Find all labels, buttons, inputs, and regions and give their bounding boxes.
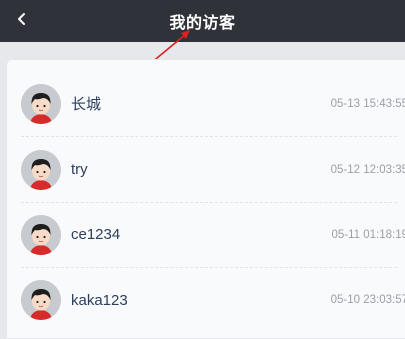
avatar: [21, 214, 61, 255]
top-nav-bar: 我的访客: [0, 0, 405, 42]
visit-time: 05-10 23:03:57: [330, 294, 405, 306]
visitor-name: 长城: [71, 96, 102, 113]
visitor-item[interactable]: 长城 05-13 15:43:55: [21, 71, 405, 137]
page-title: 我的访客: [169, 13, 236, 32]
avatar: [21, 149, 61, 190]
visitor-list: 长城 05-13 15:43:55 try 05-12 12:03:35 ce1…: [6, 59, 405, 339]
visitor-name: ce1234: [71, 226, 121, 243]
visit-time: 05-12 12:03:35: [330, 163, 405, 176]
visitor-item[interactable]: ce1234 05-11 01:18:19: [21, 202, 405, 268]
visit-time: 05-13 15:43:55: [330, 97, 405, 110]
avatar: [21, 280, 61, 320]
visitor-name: try: [71, 161, 88, 178]
chevron-left-icon: [18, 13, 25, 25]
visitor-item[interactable]: try 05-12 12:03:35: [21, 137, 405, 203]
visitor-item[interactable]: kaka123 05-10 23:03:57: [21, 267, 405, 333]
visit-time: 05-11 01:18:19: [331, 228, 405, 241]
avatar: [21, 83, 61, 124]
visitor-name: kaka123: [71, 291, 128, 309]
back-button[interactable]: [10, 7, 34, 31]
